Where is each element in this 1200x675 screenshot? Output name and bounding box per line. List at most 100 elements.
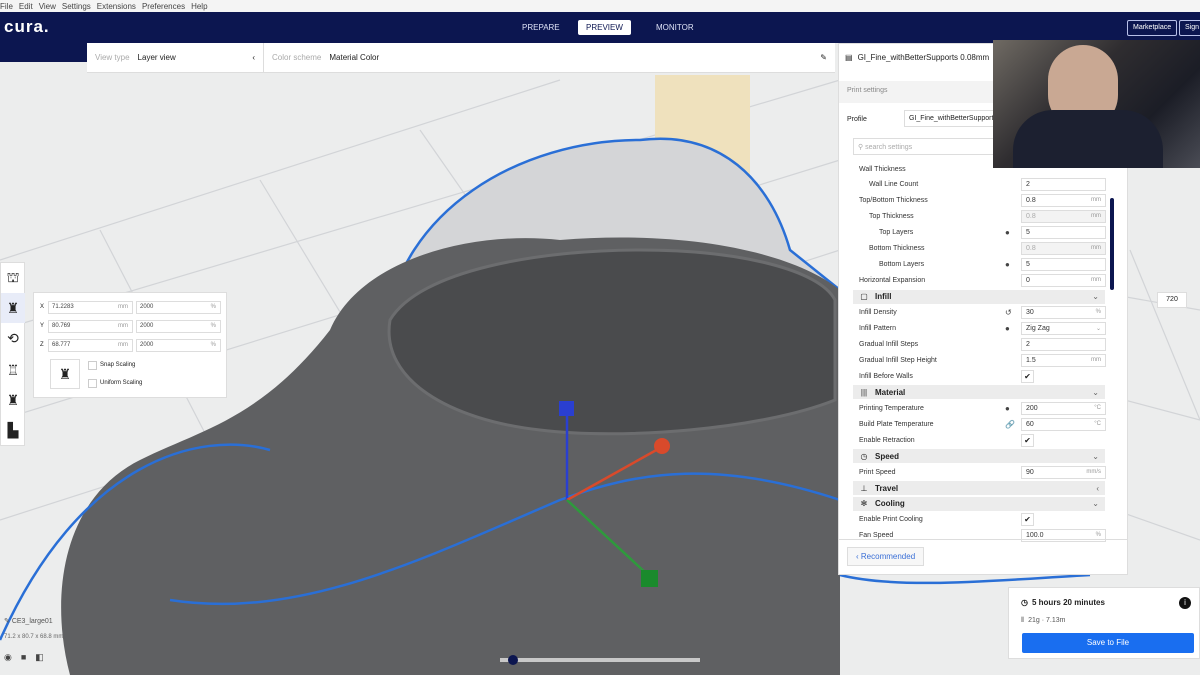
unit-label: mm <box>1091 277 1101 284</box>
setting-input[interactable]: 5 <box>1021 226 1106 240</box>
setting-label: Enable Print Cooling <box>859 516 923 524</box>
category-infill[interactable]: ▢ Infill ⌄ <box>853 289 1105 304</box>
menu-extensions[interactable]: Extensions <box>97 2 136 11</box>
setting-row: Gradual Infill Step Height 1.5 mm <box>839 352 1109 368</box>
setting-label: Infill Pattern <box>859 325 896 332</box>
layer-path-slider <box>500 658 700 662</box>
category-label: Speed <box>875 451 900 461</box>
setting-row: Top/Bottom Thickness 0.8 mm <box>839 193 1109 209</box>
support-blocker-icon[interactable]: ▙ <box>1 415 25 445</box>
scale-mm-input[interactable]: 71.2283 mm <box>48 301 133 314</box>
view-options-bar: View type Layer view ‹ Color scheme Mate… <box>87 42 835 73</box>
view-type-select[interactable]: View type Layer view ‹ <box>87 53 263 62</box>
menu-file[interactable]: File <box>0 2 13 11</box>
tab-prepare[interactable]: PREPARE <box>514 20 568 35</box>
uniform-scaling-label: Uniform Scaling <box>100 380 143 386</box>
recommended-button[interactable]: ‹ Recommended <box>847 547 925 566</box>
view-type-label: View type <box>95 53 130 62</box>
menu-preferences[interactable]: Preferences <box>142 2 185 11</box>
chevron-left-icon: ‹ <box>252 53 255 62</box>
snap-scaling-checkbox[interactable] <box>88 361 97 370</box>
setting-input[interactable]: 200 °C <box>1021 401 1106 415</box>
color-scheme-select[interactable]: Color scheme Material Color ✎ <box>263 42 835 73</box>
rotate-tool-icon[interactable]: ⟲ <box>1 323 25 353</box>
scale-mm-input[interactable]: 80.769 mm <box>48 320 133 333</box>
setting-input[interactable]: 90 mm/s <box>1021 465 1106 479</box>
pencil-icon[interactable]: ✎ <box>820 53 827 62</box>
setting-input[interactable]: 2 <box>1021 178 1106 192</box>
scale-mm-input[interactable]: 68.777 mm <box>48 339 133 352</box>
unit-label: °C <box>1094 404 1101 411</box>
scale-percent-input[interactable]: 2000% <box>136 301 221 314</box>
setting-label: Print Speed <box>859 468 896 476</box>
setting-input[interactable]: 0.8 mm <box>1021 210 1106 224</box>
setting-input[interactable]: 0.8 mm <box>1021 242 1106 256</box>
snap-scaling-label: Snap Scaling <box>100 362 136 368</box>
scale-percent-input[interactable]: 2000% <box>136 320 221 333</box>
move-tool-icon[interactable]: ⛫ <box>1 263 25 293</box>
setting-row: Wall Line Count 2 <box>839 177 1109 193</box>
setting-input[interactable]: 2 <box>1021 337 1106 351</box>
front-view-icon[interactable]: ■ <box>21 652 26 663</box>
setting-state-icon[interactable]: 🔗 <box>1005 420 1015 429</box>
setting-row: Top Thickness 0.8 mm <box>839 209 1109 225</box>
per-model-settings-icon[interactable]: ♜ <box>1 385 25 415</box>
unit-label: % <box>1095 309 1101 316</box>
marketplace-button[interactable]: Marketplace <box>1127 20 1178 36</box>
setting-input[interactable]: 1.5 mm <box>1021 353 1106 367</box>
setting-checkbox[interactable]: ✔ <box>1021 369 1034 383</box>
setting-state-icon[interactable]: ● <box>1005 324 1010 333</box>
layer-number[interactable]: 720 <box>1157 292 1187 308</box>
setting-label: Bottom Thickness <box>869 245 925 253</box>
setting-checkbox[interactable]: ✔ <box>1021 513 1034 527</box>
setting-row: Print Speed 90 mm/s <box>839 464 1109 480</box>
setting-input[interactable]: 5 <box>1021 258 1106 272</box>
setting-state-icon[interactable]: ↺ <box>1005 308 1012 317</box>
setting-input[interactable]: 0.8 mm <box>1021 194 1106 208</box>
3d-view-icon[interactable]: ◉ <box>4 652 12 663</box>
setting-state-icon[interactable]: ● <box>1005 260 1010 269</box>
color-scheme-label: Color scheme <box>272 53 322 62</box>
setting-checkbox[interactable]: ✔ <box>1021 433 1034 447</box>
setting-label: Printing Temperature <box>859 404 924 412</box>
setting-input[interactable]: 0 mm <box>1021 274 1106 288</box>
profile-name: GI_Fine_withBetterSupports 0.08mm <box>857 53 990 62</box>
mirror-tool-icon[interactable]: ♖ <box>1 355 25 385</box>
setting-state-icon[interactable]: ● <box>1005 404 1010 413</box>
uniform-scaling-checkbox[interactable] <box>88 379 97 388</box>
pencil-icon[interactable]: ✎ <box>4 618 12 625</box>
setting-state-icon[interactable]: ● <box>1005 228 1010 237</box>
setting-input[interactable]: Zig Zag ⌄ <box>1021 322 1106 335</box>
category-icon: ||| <box>860 387 868 397</box>
save-to-file-button[interactable]: Save to File <box>1022 633 1194 653</box>
spool-icon: ⦀ <box>1021 617 1025 624</box>
tab-monitor[interactable]: MONITOR <box>648 20 702 35</box>
reset-scale-icon[interactable]: ♜ <box>50 359 80 389</box>
setting-label: Horizontal Expansion <box>859 277 926 285</box>
setting-label: Top/Bottom Thickness <box>859 197 928 205</box>
setting-label: Gradual Infill Step Height <box>859 356 937 364</box>
scale-tool-icon[interactable]: ♜ <box>1 293 25 323</box>
settings-scrollbar[interactable] <box>1110 198 1114 290</box>
material-usage: 21g · 7.13m <box>1028 617 1066 624</box>
menu-edit[interactable]: Edit <box>19 2 33 11</box>
y-axis-handle <box>641 570 658 587</box>
printer-profile-header[interactable]: ▤ GI_Fine_withBetterSupports 0.08mm <box>845 53 989 62</box>
scale-percent-input[interactable]: 2000% <box>136 339 221 352</box>
setting-input[interactable]: 30% <box>1021 306 1106 320</box>
setting-row: Printing Temperature ● 200 °C <box>839 400 1109 416</box>
category-cooling[interactable]: ✻ Cooling ⌄ <box>853 496 1105 511</box>
category-material[interactable]: ||| Material ⌄ <box>853 385 1105 400</box>
menu-view[interactable]: View <box>39 2 56 11</box>
tab-preview[interactable]: PREVIEW <box>578 20 631 35</box>
menu-help[interactable]: Help <box>191 2 207 11</box>
setting-input[interactable]: 60 °C <box>1021 417 1106 431</box>
info-icon[interactable]: i <box>1179 597 1191 609</box>
profile-label: Profile <box>847 116 867 123</box>
category-speed[interactable]: ◷ Speed ⌄ <box>853 449 1105 464</box>
top-view-icon[interactable]: ◧ <box>35 652 44 663</box>
menu-settings[interactable]: Settings <box>62 2 91 11</box>
sign-in-button[interactable]: Sign <box>1179 20 1200 36</box>
unit-label: mm <box>1091 245 1101 252</box>
category-travel[interactable]: ⊥ Travel ‹ <box>853 481 1105 495</box>
